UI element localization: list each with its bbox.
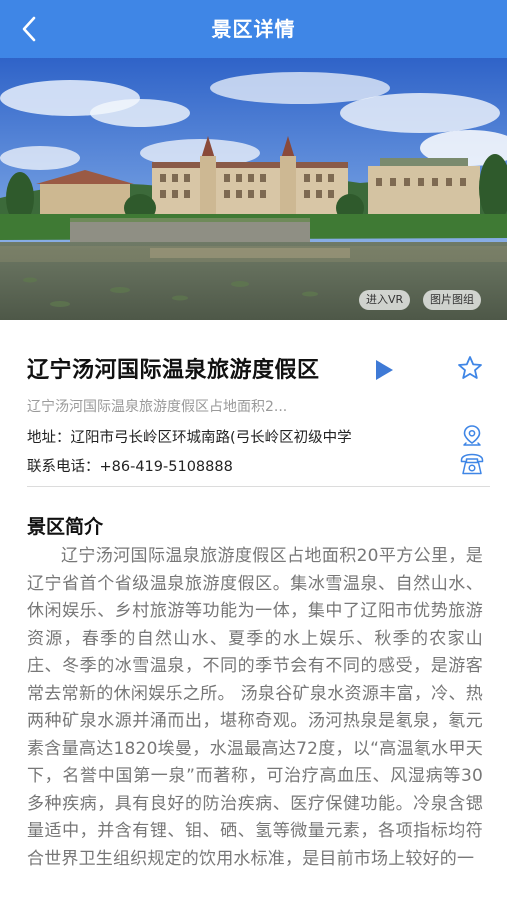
phone-row: 联系电话：+86-419-5108888 [27,455,233,476]
star-outline-icon [458,356,482,379]
hero-image[interactable] [0,58,507,320]
intro-heading: 景区简介 [27,516,104,538]
play-audio-button[interactable] [372,358,396,382]
enter-vr-button[interactable]: 进入VR [359,290,411,310]
address-row: 地址：辽阳市弓长岭区环城南路(弓长岭区初级中学 [27,426,352,447]
page-title: 景区详情 [211,17,296,41]
spot-name: 辽宁汤河国际温泉旅游度假区 [27,358,320,383]
navigate-button[interactable] [461,424,483,448]
photo-gallery-button[interactable]: 图片图组 [423,290,481,310]
top-bar: 景区详情 [0,0,507,58]
address-label: 地址： [27,430,71,446]
call-button[interactable] [459,452,485,476]
phone-label: 联系电话： [27,459,100,475]
favorite-button[interactable] [457,355,483,381]
section-divider [27,486,490,487]
telephone-icon [460,453,484,475]
play-icon [376,360,393,380]
address-value: 辽阳市弓长岭区环城南路(弓长岭区初级中学 [70,430,352,446]
phone-value[interactable]: +86-419-5108888 [100,459,233,475]
spot-summary: 辽宁汤河国际温泉旅游度假区占地面积2... [27,399,288,415]
location-pin-icon [463,425,481,446]
intro-text: 辽宁汤河国际温泉旅游度假区占地面积20平方公里，是辽宁省首个省级温泉旅游度假区。… [27,546,483,869]
